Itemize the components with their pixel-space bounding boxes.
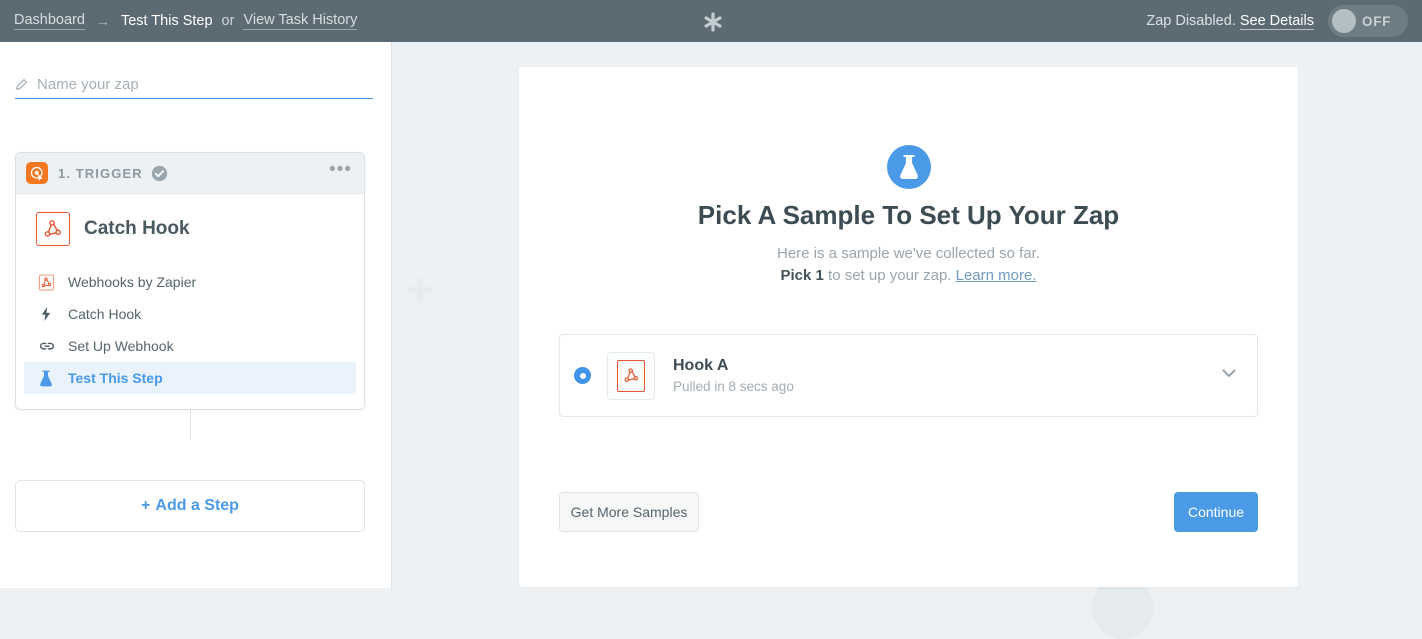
get-more-samples-button[interactable]: Get More Samples bbox=[559, 492, 699, 532]
bolt-icon bbox=[38, 306, 59, 322]
toggle-state-label: OFF bbox=[1362, 13, 1392, 29]
zap-name-input[interactable] bbox=[37, 76, 357, 93]
left-sidebar: Add a note 1. TRIGGER ••• bbox=[0, 42, 392, 588]
trigger-substep-list: Webhooks by Zapier Catch Hook Set Up Web… bbox=[16, 266, 364, 394]
add-a-step-button[interactable]: + Add a Step bbox=[15, 480, 365, 532]
see-details-link[interactable]: See Details bbox=[1239, 13, 1314, 30]
sample-radio-button[interactable] bbox=[574, 367, 591, 384]
link-icon bbox=[38, 337, 59, 355]
substep-label: Webhooks by Zapier bbox=[68, 274, 197, 290]
sample-text-group: Hook A Pulled in 8 secs ago bbox=[673, 357, 794, 394]
breadcrumb-arrow-icon: → bbox=[95, 13, 110, 29]
zap-status-text: Zap Disabled. See Details bbox=[1146, 13, 1314, 30]
header-right-group: Zap Disabled. See Details OFF bbox=[1146, 0, 1408, 42]
sample-timestamp: Pulled in 8 secs ago bbox=[673, 379, 794, 394]
panel-subtitle-line1: Here is a sample we've collected so far. bbox=[777, 245, 1040, 262]
webhook-small-icon bbox=[38, 273, 59, 291]
sample-app-icon bbox=[607, 351, 655, 400]
trigger-title-row: Catch Hook bbox=[16, 194, 364, 246]
trigger-card-menu-button[interactable]: ••• bbox=[329, 160, 352, 181]
breadcrumb-current: Test This Step bbox=[120, 13, 213, 29]
flask-icon bbox=[38, 370, 59, 387]
breadcrumb-dashboard-link[interactable]: Dashboard bbox=[14, 12, 85, 30]
learn-more-link[interactable]: Learn more. bbox=[956, 267, 1037, 284]
substep-label: Catch Hook bbox=[68, 306, 142, 322]
top-header-bar: Dashboard → Test This Step or View Task … bbox=[0, 0, 1422, 42]
main-content-area: Pick A Sample To Set Up Your Zap Here is… bbox=[392, 42, 1422, 639]
trigger-card-header: 1. TRIGGER ••• bbox=[16, 153, 364, 194]
sample-list-item[interactable]: Hook A Pulled in 8 secs ago bbox=[559, 334, 1258, 417]
step-connector-line bbox=[190, 410, 191, 440]
substep-label: Set Up Webhook bbox=[68, 338, 174, 354]
trigger-app-icon bbox=[26, 162, 48, 184]
add-a-step-label: Add a Step bbox=[155, 497, 239, 514]
substep-test-this-step[interactable]: Test This Step bbox=[24, 362, 356, 394]
chevron-down-icon[interactable] bbox=[1219, 363, 1239, 388]
webhook-icon bbox=[617, 359, 645, 392]
zapier-logo-icon[interactable] bbox=[701, 10, 725, 34]
breadcrumb-task-history-link[interactable]: View Task History bbox=[243, 12, 358, 30]
toggle-knob bbox=[1332, 9, 1356, 33]
page-title: Pick A Sample To Set Up Your Zap bbox=[697, 200, 1120, 230]
substep-label: Test This Step bbox=[68, 370, 163, 386]
substep-catch-hook[interactable]: Catch Hook bbox=[16, 298, 364, 330]
add-step-ghost-plus-icon[interactable] bbox=[400, 270, 440, 310]
flask-badge-icon bbox=[886, 145, 931, 189]
radio-inner-dot bbox=[579, 372, 586, 379]
zap-status-label: Zap Disabled. bbox=[1146, 13, 1236, 29]
sample-picker-panel: Pick A Sample To Set Up Your Zap Here is… bbox=[519, 67, 1298, 587]
zap-enable-toggle[interactable]: OFF bbox=[1328, 5, 1408, 37]
substep-set-up-webhook[interactable]: Set Up Webhook bbox=[16, 330, 364, 362]
sample-name: Hook A bbox=[673, 357, 729, 374]
continue-button[interactable]: Continue bbox=[1174, 492, 1258, 532]
trigger-step-card: 1. TRIGGER ••• Catch Hook Webhooks by Za… bbox=[15, 152, 365, 410]
webhook-icon bbox=[36, 212, 70, 246]
zap-name-field-row[interactable] bbox=[15, 71, 373, 99]
plus-icon: + bbox=[141, 497, 151, 514]
breadcrumb: Dashboard → Test This Step or View Task … bbox=[14, 0, 358, 42]
panel-subtitle-rest: to set up your zap. bbox=[823, 267, 956, 284]
breadcrumb-or-text: or bbox=[221, 13, 235, 29]
step-complete-check-icon bbox=[151, 165, 168, 182]
trigger-title: Catch Hook bbox=[84, 218, 190, 239]
substep-webhooks-by-zapier[interactable]: Webhooks by Zapier bbox=[16, 266, 364, 298]
pencil-icon bbox=[15, 78, 28, 91]
panel-subtitle-line2: Pick 1 to set up your zap. Learn more. bbox=[519, 267, 1298, 284]
trigger-step-label: 1. TRIGGER bbox=[58, 165, 143, 181]
pick-count-text: Pick 1 bbox=[780, 267, 824, 284]
